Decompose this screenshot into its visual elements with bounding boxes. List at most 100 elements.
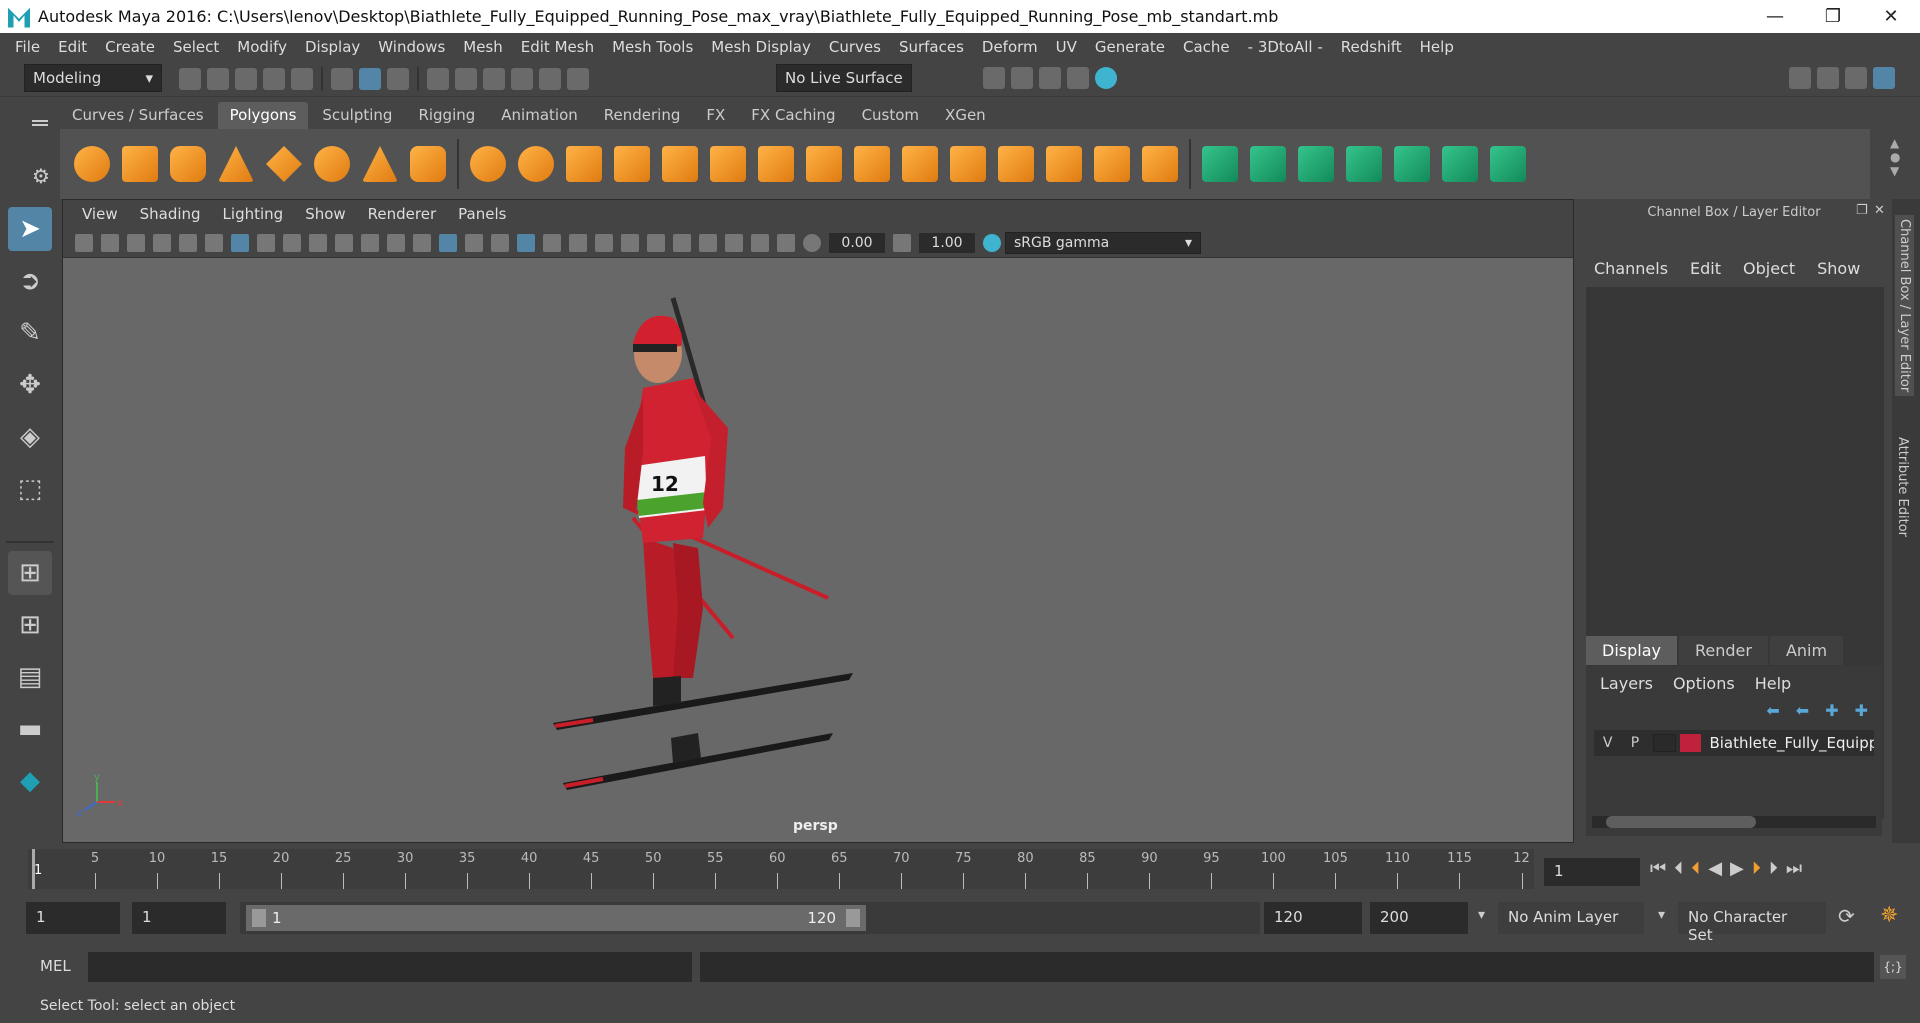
bookmark-icon[interactable] <box>127 233 145 252</box>
playback-start-field[interactable]: 1 <box>132 902 226 934</box>
select-component-icon[interactable] <box>387 68 409 90</box>
cb-show-menu[interactable]: Show <box>1817 259 1860 278</box>
layer-row[interactable]: V P Biathlete_Fully_Equipp <box>1594 730 1874 756</box>
viewport-panel[interactable]: View Shading Lighting Show Renderer Pane… <box>62 199 1574 843</box>
anti-alias-icon[interactable] <box>647 233 665 252</box>
range-start-grip[interactable] <box>252 909 266 927</box>
gamma-icon[interactable] <box>893 233 911 252</box>
script-editor-icon[interactable]: {;} <box>1880 955 1906 979</box>
tool-settings-icon[interactable] <box>1845 67 1867 89</box>
menu-edit[interactable]: Edit <box>49 38 96 56</box>
tab-polygons[interactable]: Polygons <box>217 102 309 129</box>
command-language-label[interactable]: MEL <box>40 957 71 975</box>
go-to-end-icon[interactable]: ⏭ <box>1786 858 1802 879</box>
exposure-icon[interactable] <box>803 233 821 252</box>
select-object-icon[interactable] <box>359 68 381 90</box>
insert-edge-loop-icon[interactable] <box>1094 146 1130 182</box>
redo-icon[interactable] <box>291 68 313 90</box>
select-hierarchy-icon[interactable] <box>331 68 353 90</box>
layer-type-toggle[interactable] <box>1652 734 1677 752</box>
poly-cube-icon[interactable] <box>122 146 158 182</box>
automatic-uv-icon[interactable] <box>1346 146 1382 182</box>
menu-uv[interactable]: UV <box>1047 38 1086 56</box>
cylindrical-uv-icon[interactable] <box>1250 146 1286 182</box>
snap-surface-icon[interactable] <box>539 68 561 90</box>
move-tool-icon[interactable]: ✥ <box>8 363 52 407</box>
extract-icon[interactable] <box>566 146 602 182</box>
gamma-field[interactable]: 1.00 <box>919 232 975 253</box>
layer-name[interactable]: Biathlete_Fully_Equipp <box>1709 734 1874 752</box>
viewport-menu-panels[interactable]: Panels <box>447 205 517 223</box>
tab-anim[interactable]: Anim <box>1769 636 1844 665</box>
maya-home-icon[interactable]: ◆ <box>8 759 52 803</box>
render-view-icon[interactable] <box>983 67 1005 89</box>
layer-playback-toggle[interactable]: P <box>1621 735 1648 751</box>
snap-curve-icon[interactable] <box>455 68 477 90</box>
channel-box-toggle-icon[interactable] <box>1873 67 1895 89</box>
anim-layer-chevron-icon[interactable]: ▾ <box>1478 907 1485 923</box>
unfold-uv-icon[interactable] <box>1394 146 1430 182</box>
menu-select[interactable]: Select <box>164 38 228 56</box>
character-set-dropdown[interactable]: No Character Set <box>1678 902 1826 944</box>
planar-uv-icon[interactable] <box>1202 146 1238 182</box>
time-slider[interactable]: 1 5 10 15 20 25 30 35 40 45 50 55 60 65 70 75 80 85 90 95 1… <box>28 849 1534 889</box>
graph-view-icon[interactable]: ▬ <box>8 707 52 751</box>
single-view-icon[interactable]: ⊞ <box>8 551 52 595</box>
biathlete-model[interactable]: 12 <box>533 278 913 798</box>
motion-blur-icon[interactable] <box>621 233 639 252</box>
history-icon[interactable] <box>567 68 589 90</box>
panel-float-icon[interactable]: ❐ <box>1856 203 1868 218</box>
menu-redshift[interactable]: Redshift <box>1332 38 1411 56</box>
smooth-icon[interactable] <box>614 146 650 182</box>
resolution-gate-icon[interactable] <box>283 233 301 252</box>
animation-start-field[interactable]: 1 <box>26 902 120 934</box>
workspace-icon[interactable] <box>1789 67 1811 89</box>
options-menu[interactable]: Options <box>1673 674 1735 693</box>
step-back-key-icon[interactable]: ⏴ <box>1674 858 1683 879</box>
outliner-view-icon[interactable]: ▤ <box>8 655 52 699</box>
mirror-icon[interactable] <box>1046 146 1082 182</box>
menu-generate[interactable]: Generate <box>1086 38 1174 56</box>
default-material-icon[interactable] <box>465 233 483 252</box>
offset-edge-loop-icon[interactable] <box>1142 146 1178 182</box>
undo-icon[interactable] <box>263 68 285 90</box>
lights-icon[interactable] <box>543 233 561 252</box>
poly-cone-icon[interactable] <box>218 146 254 182</box>
poly-pyramid-icon[interactable] <box>362 146 398 182</box>
render-frame-icon[interactable] <box>1011 67 1033 89</box>
two-d-pan-icon[interactable] <box>179 233 197 252</box>
gate-mask-icon[interactable] <box>309 233 327 252</box>
snap-view-icon[interactable] <box>511 68 533 90</box>
film-gate-icon[interactable] <box>257 233 275 252</box>
menu-mesh-tools[interactable]: Mesh Tools <box>603 38 702 56</box>
snap-point-icon[interactable] <box>483 68 505 90</box>
move-layer-down-icon[interactable]: ⬅ <box>1796 701 1809 720</box>
color-management-icon[interactable] <box>983 233 1001 252</box>
menu-mesh-display[interactable]: Mesh Display <box>702 38 820 56</box>
safe-action-icon[interactable] <box>361 233 379 252</box>
wireframe-icon[interactable] <box>413 233 431 252</box>
separate-icon[interactable] <box>518 146 554 182</box>
side-tab-attribute-editor[interactable]: Attribute Editor <box>1895 437 1910 537</box>
viewport-menu-view[interactable]: View <box>71 205 129 223</box>
xray-components-icon[interactable] <box>777 233 795 252</box>
shelf-menu-icon[interactable] <box>32 120 48 122</box>
move-layer-up-icon[interactable]: ⬅ <box>1766 701 1779 720</box>
tab-sculpting[interactable]: Sculpting <box>310 102 404 129</box>
animation-end-field[interactable]: 200 <box>1370 902 1468 934</box>
colorspace-dropdown[interactable]: sRGB gamma ▾ <box>1005 231 1201 254</box>
extrude-icon[interactable] <box>710 146 746 182</box>
poly-cylinder-icon[interactable] <box>170 146 206 182</box>
tab-render[interactable]: Render <box>1678 636 1768 665</box>
menu-mesh[interactable]: Mesh <box>454 38 512 56</box>
menu-help[interactable]: Help <box>1411 38 1463 56</box>
poly-plane-icon[interactable] <box>266 146 302 182</box>
combine-icon[interactable] <box>470 146 506 182</box>
scale-tool-icon[interactable]: ⬚ <box>8 467 52 511</box>
poly-pipe-icon[interactable] <box>410 146 446 182</box>
hypershade-icon[interactable] <box>1095 67 1117 89</box>
bevel-icon[interactable] <box>662 146 698 182</box>
current-frame-field[interactable]: 1 <box>1544 858 1640 886</box>
cb-edit-menu[interactable]: Edit <box>1690 259 1721 278</box>
select-tool-icon[interactable]: ➤ <box>8 207 52 251</box>
